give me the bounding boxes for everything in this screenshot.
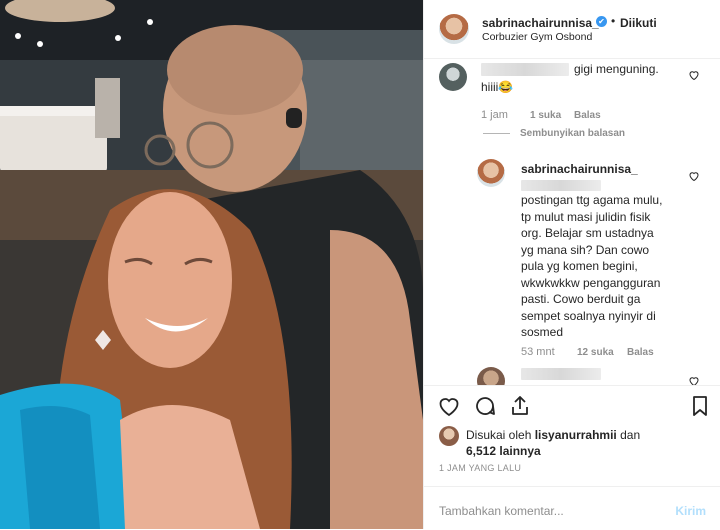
following-button[interactable]: Diikuti <box>620 16 657 30</box>
reply-line: sosmed <box>521 325 564 339</box>
comment-reply-button[interactable]: Balas <box>574 110 601 121</box>
blurred-username <box>521 368 601 380</box>
likes-count[interactable]: 6,512 lainnya <box>466 444 541 458</box>
reply-line: yg mana sih? Dan cowo <box>521 242 650 257</box>
reply-like-heart-icon[interactable] <box>688 170 700 182</box>
reply-time[interactable]: 53 mnt <box>521 346 555 358</box>
reply-line: pula yg komen begini, <box>521 259 638 273</box>
post-header: sabrinachairunnisa_ ✔ • Diikuti Corbuzie… <box>424 0 720 59</box>
author-avatar[interactable] <box>439 14 469 44</box>
post-frame: sabrinachairunnisa_ ✔ • Diikuti Corbuzie… <box>0 0 720 529</box>
header-separator: • <box>611 14 616 28</box>
reply-author-avatar[interactable] <box>477 159 505 187</box>
comments-list[interactable]: gigi menguning. hiiii😂 1 jam 1 suka Bala… <box>424 59 720 385</box>
author-username[interactable]: sabrinachairunnisa_ <box>482 16 599 30</box>
add-comment-bar: Tambahkan komentar... Kirim <box>424 486 720 530</box>
comment-icon[interactable] <box>473 394 497 418</box>
comment-text-continued: hiiii😂 <box>481 80 514 94</box>
share-icon[interactable] <box>508 394 532 418</box>
reply-likes[interactable]: 12 suka <box>577 347 614 358</box>
post-location[interactable]: Corbuzier Gym Osbond <box>482 31 592 43</box>
next-reply-avatar[interactable] <box>477 367 505 385</box>
reply-line: sempet soalnya nyinyir di <box>521 308 656 323</box>
next-reply-like-heart-icon[interactable] <box>688 375 700 385</box>
heart-icon[interactable] <box>437 394 461 418</box>
reply-line: org. Belajar sm ustadnya <box>521 226 654 240</box>
comment-time[interactable]: 1 jam <box>481 109 508 121</box>
blurred-username <box>481 63 569 76</box>
reply-username[interactable]: sabrinachairunnisa_ <box>521 161 638 178</box>
reply-line: postingan ttg agama mulu, <box>521 193 663 207</box>
post-actions-bar <box>424 385 720 432</box>
verified-badge-icon: ✔ <box>596 16 607 27</box>
comment-like-heart-icon[interactable] <box>688 69 700 81</box>
blurred-mention <box>521 180 601 191</box>
selfie-photo <box>0 0 423 529</box>
liker-username[interactable]: lisyanurrahmii <box>535 428 617 442</box>
bookmark-icon[interactable] <box>688 394 712 418</box>
commenter-avatar[interactable] <box>439 63 467 91</box>
likes-prefix: Disukai oleh <box>466 428 532 442</box>
hide-replies-button[interactable]: Sembunyikan balasan <box>520 128 625 139</box>
post-photo[interactable] <box>0 0 423 529</box>
post-comment-button[interactable]: Kirim <box>675 504 706 518</box>
likes-text: Disukai oleh lisyanurrahmii dan 6,512 la… <box>466 427 696 459</box>
replies-line <box>483 133 510 134</box>
likes-suffix: dan <box>620 428 641 442</box>
reply-line: wkwkwkkw pengangguran <box>521 275 661 290</box>
liker-avatar[interactable] <box>439 426 459 446</box>
reply-reply-button[interactable]: Balas <box>627 347 654 358</box>
post-timestamp[interactable]: 1 JAM YANG LALU <box>439 463 521 473</box>
reply-line: pasti. Cowo berduit ga <box>521 292 641 306</box>
comment-text: gigi menguning. <box>574 62 659 76</box>
reply-line: tp mulut masi julidin fisik <box>521 209 651 224</box>
comment-likes[interactable]: 1 suka <box>530 110 561 121</box>
add-comment-input[interactable]: Tambahkan komentar... <box>439 504 564 518</box>
post-side-panel: sabrinachairunnisa_ ✔ • Diikuti Corbuzie… <box>423 0 720 529</box>
reply-text: postingan ttg agama mulu, tp mulut masi … <box>521 192 701 341</box>
